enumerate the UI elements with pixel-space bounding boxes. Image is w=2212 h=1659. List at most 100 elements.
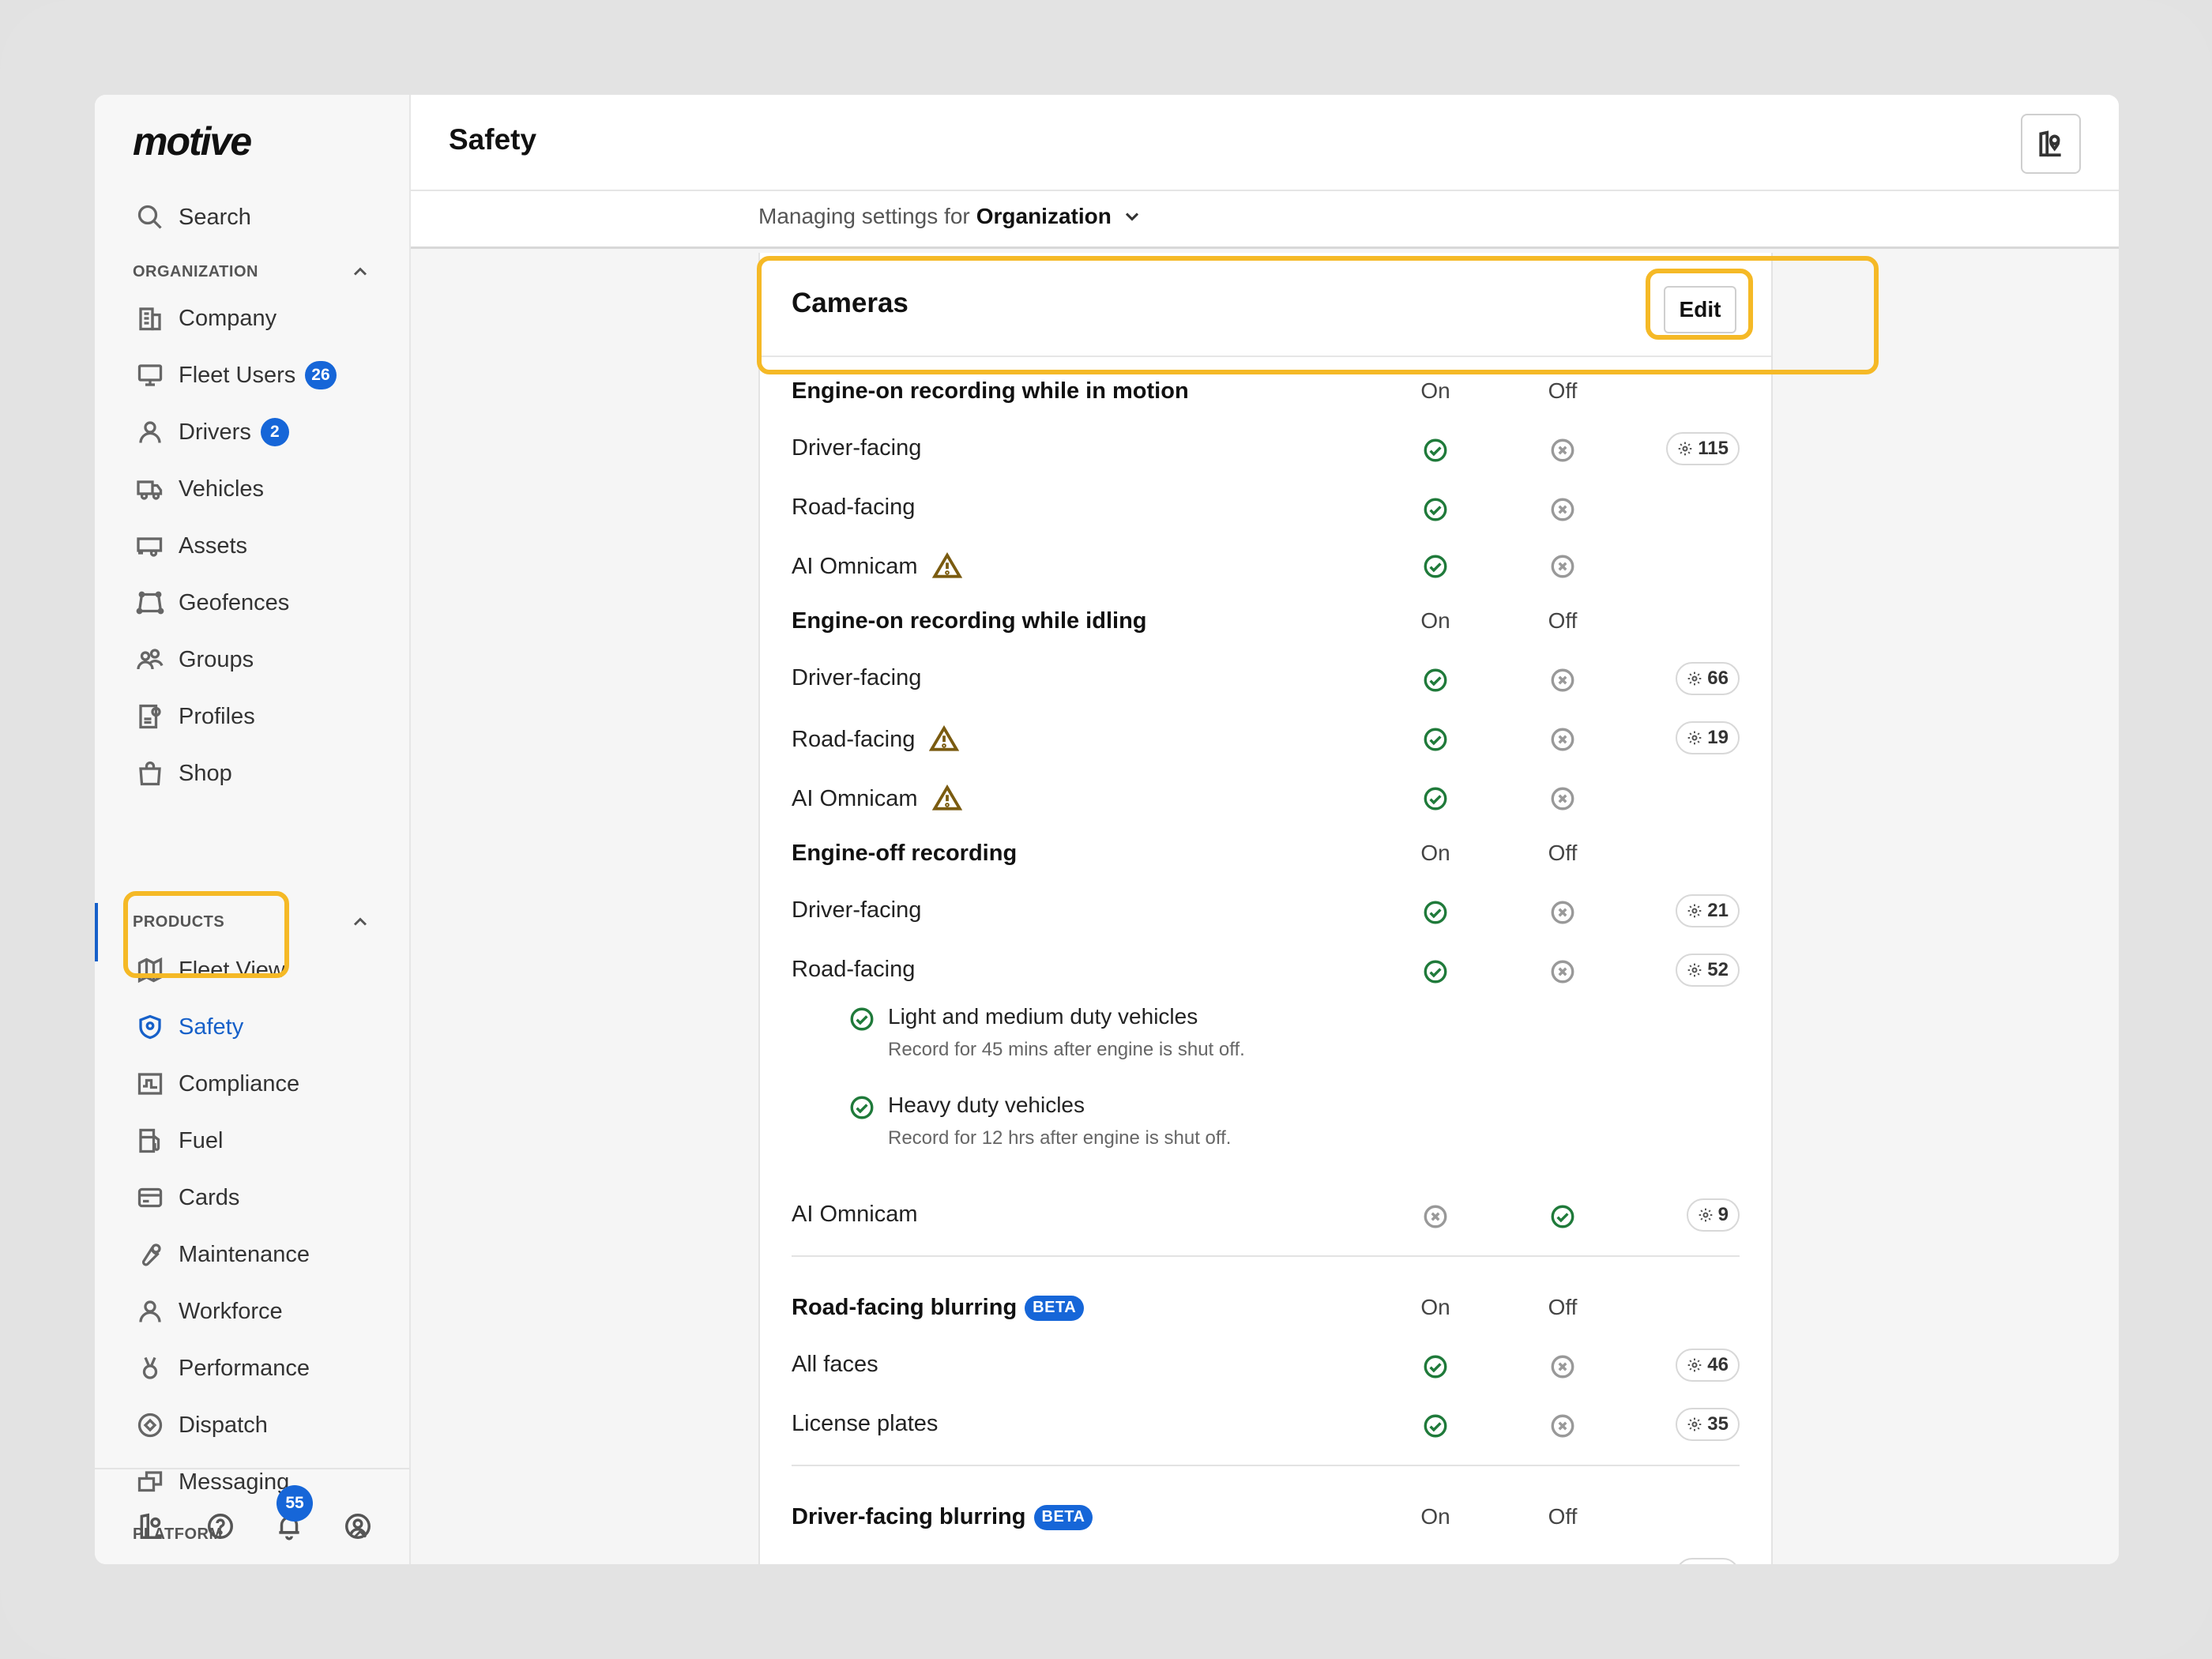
map-pin-icon[interactable] [133,1507,171,1545]
gear-icon [1687,1358,1702,1372]
scope-prefix: Managing settings for [758,204,970,228]
gear-icon [1687,731,1702,745]
sidebar-item-label: Groups [179,646,254,672]
sidebar-item-drivers[interactable]: Drivers 2 [133,410,289,454]
location-settings-button[interactable] [2021,114,2081,174]
override-count-pill[interactable]: 52 [1676,954,1740,987]
sub-option-title: Light and medium duty vehicles [888,1004,1198,1029]
setting-row: All faces 46 [792,1341,1740,1388]
gear-icon [1687,1417,1702,1431]
check-circle-icon [1422,1413,1449,1439]
setting-row: Driver-facing 66 [792,654,1740,702]
setting-row: AI Omnicam [792,773,1740,820]
x-circle-icon [1549,899,1576,926]
sidebar-item-safety[interactable]: Safety [133,1005,243,1049]
sidebar-item-workforce[interactable]: Workforce [133,1289,283,1334]
dispatch-icon [133,1408,167,1443]
override-count: 51 [1707,1563,1729,1564]
override-count: 66 [1707,668,1729,689]
building-icon [133,301,167,336]
sidebar-item-shop[interactable]: Shop [133,751,232,796]
check-circle-icon [1422,667,1449,694]
trailer-icon [133,529,167,563]
sidebar-item-profiles[interactable]: Profiles [133,694,255,739]
sidebar-item-dispatch[interactable]: Dispatch [133,1403,268,1447]
cameras-card: Cameras Edit Engine-on recording while i… [758,253,1773,1564]
group-title: Engine-on recording while in motion [792,378,1189,404]
off-column-label: Off [1548,841,1578,865]
sidebar-item-label: Shop [179,760,232,786]
override-count: 21 [1707,900,1729,921]
off-column-label: Off [1548,608,1578,633]
notification-badge: 55 [276,1485,313,1522]
override-count-pill[interactable]: 66 [1676,662,1740,695]
check-circle-icon [1422,958,1449,985]
setting-group-header: Engine-off recording On Off [792,830,1740,877]
sub-option-description: Record for 12 hrs after engine is shut o… [888,1127,1232,1149]
sidebar-item-cards[interactable]: Cards [133,1176,239,1220]
override-count-pill[interactable]: 21 [1676,894,1740,927]
setting-label: Driver-facing [792,665,922,690]
sidebar-item-performance[interactable]: Performance [133,1346,310,1390]
override-count-pill[interactable]: 35 [1676,1408,1740,1441]
setting-label: AI Omnicam [792,553,918,579]
warning-icon [931,784,962,814]
sidebar-item-label: Vehicles [179,476,265,502]
section-organization[interactable]: ORGANIZATION [133,256,371,288]
app-window: motive Search ORGANIZATION Company Fleet … [95,95,2119,1564]
override-count-pill[interactable]: 51 [1676,1558,1740,1564]
sidebar-item-groups[interactable]: Groups [133,638,254,682]
map-pin-icon [2039,130,2061,157]
sidebar-item-fuel[interactable]: Fuel [133,1119,223,1163]
group-icon [133,642,167,677]
sidebar-item-maintenance[interactable]: Maintenance [133,1232,310,1277]
beta-badge: BETA [1025,1295,1085,1321]
check-circle-icon [1549,1563,1576,1564]
setting-row: License plates 35 [792,1400,1740,1447]
search-label: Search [179,204,251,230]
search-nav-item[interactable]: Search [133,195,251,239]
setting-label: Road-facing [792,726,916,752]
check-circle-icon [1549,1203,1576,1230]
card-icon [133,1180,167,1215]
help-icon[interactable] [201,1507,239,1545]
shopping-bag-icon [133,756,167,791]
motive-logo[interactable]: motive [133,118,252,164]
x-circle-icon [1422,1203,1449,1230]
on-column-label: On [1420,608,1450,633]
sidebar-item-label: Profiles [179,703,255,729]
sidebar-item-compliance[interactable]: Compliance [133,1062,299,1106]
override-count: 19 [1707,727,1729,748]
override-count-pill[interactable]: 115 [1666,432,1740,465]
scope-selector[interactable]: Managing settings for Organization [758,204,1143,229]
sidebar-item-vehicles[interactable]: Vehicles [133,467,264,511]
check-circle-icon [1422,437,1449,464]
check-circle-icon [1422,726,1449,753]
off-column-label: Off [1548,378,1578,403]
override-count-pill[interactable]: 19 [1676,721,1740,754]
sidebar-item-label: Maintenance [179,1241,310,1267]
sidebar-item-geofences[interactable]: Geofences [133,581,289,625]
group-title: Engine-off recording [792,841,1018,866]
override-count-pill[interactable]: 9 [1686,1198,1740,1232]
sidebar-item-company[interactable]: Company [133,296,276,340]
top-bar: Safety [411,95,2119,191]
count-badge: 2 [260,418,289,446]
safety-nav-highlight [123,891,289,978]
setting-row: Driver’s face 51 [792,1550,1740,1564]
override-count: 52 [1707,959,1729,980]
on-column-label: On [1420,1504,1450,1529]
check-circle-icon [848,1094,875,1121]
sidebar-item-label: Workforce [179,1298,283,1324]
sidebar-item-fleet-users[interactable]: Fleet Users 26 [133,353,337,397]
x-circle-icon [1549,1413,1576,1439]
sidebar-item-assets[interactable]: Assets [133,524,247,568]
user-avatar-icon[interactable] [339,1507,377,1545]
setting-label: AI Omnicam [792,785,918,811]
off-column-label: Off [1548,1295,1578,1319]
override-count-pill[interactable]: 46 [1676,1349,1740,1382]
x-circle-icon [1549,667,1576,694]
section-divider [792,1255,1740,1257]
x-circle-icon [1422,1563,1449,1564]
medal-icon [133,1351,167,1386]
